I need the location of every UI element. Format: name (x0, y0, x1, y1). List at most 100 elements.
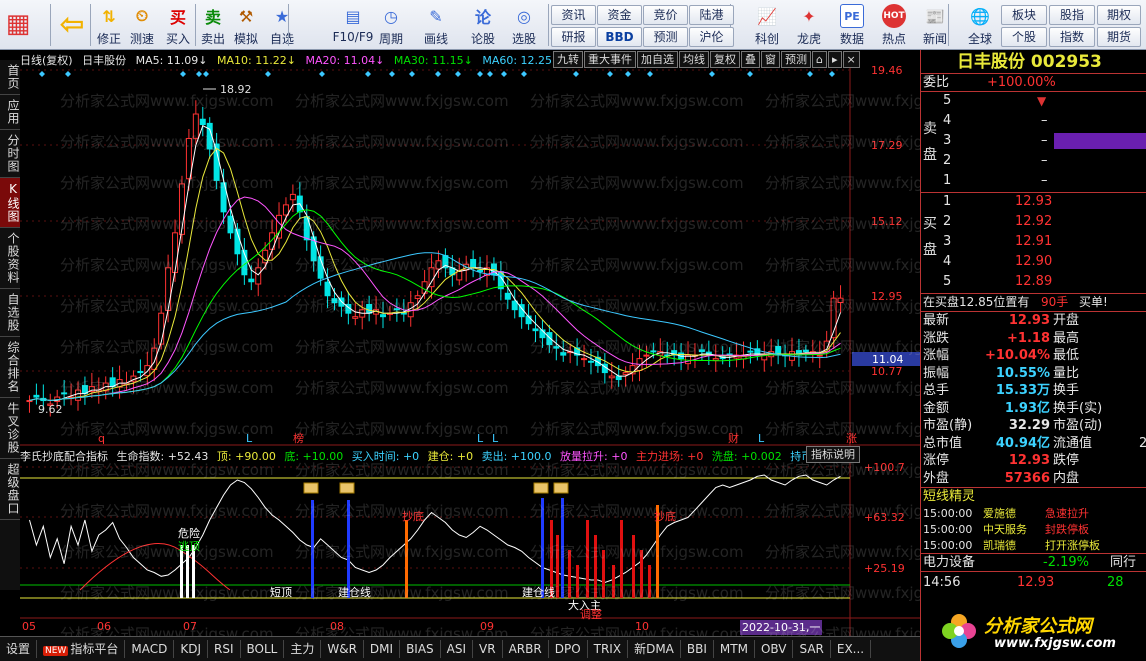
indicator-tab-11[interactable]: ASI (441, 640, 474, 658)
indicator-tab-20[interactable]: SAR (793, 640, 831, 658)
sell-level-row[interactable]: 4– (921, 112, 1146, 132)
toolbar-grid-button[interactable]: 指数 (1049, 27, 1095, 47)
toolbar-mid-button-5[interactable]: 📰 新闻 (916, 0, 954, 50)
left-tab-3[interactable]: 分时图 (0, 130, 20, 178)
tick-row: 14:56 12.93 28 (921, 574, 1146, 591)
indicator-tab-7[interactable]: 主力 (284, 640, 322, 658)
toolbar-button-9[interactable]: ▤ F10/F9 (331, 0, 375, 50)
sub-signal-label: 调整 (580, 607, 602, 621)
chart-button-5[interactable]: 复权 (710, 51, 740, 68)
sector-tag[interactable]: 同行 (1110, 554, 1136, 571)
sell-level-row[interactable]: 2– (921, 152, 1146, 172)
left-tab-6[interactable]: 自选股 (0, 289, 20, 337)
buy-level-row[interactable]: 4 12.90 (921, 253, 1146, 273)
chart-button-3[interactable]: 加自选 (637, 51, 678, 68)
left-tab-7[interactable]: 综合排名 (0, 337, 20, 398)
left-tab-8[interactable]: 牛叉诊股 (0, 398, 20, 459)
indicator-tab-16[interactable]: 新DMA (628, 640, 681, 658)
indicator-tab-1[interactable]: 设置 (0, 640, 38, 658)
indicator-tab-18[interactable]: MTM (714, 640, 755, 658)
indicator-tab-9[interactable]: DMI (364, 640, 401, 658)
star-icon: ★ (274, 6, 290, 26)
toolbar-mid-button-6[interactable]: 🌐 全球 (961, 0, 999, 50)
toolbar-button-3[interactable]: ⇅ 修正 (93, 0, 125, 50)
indicator-tab-6[interactable]: BOLL (241, 640, 285, 658)
toolbar-button-2[interactable]: ⇦ (56, 0, 88, 50)
indicator-tab-21[interactable]: EX... (831, 640, 872, 658)
close-icon[interactable]: × (842, 51, 860, 68)
toolbar-mid-button-4[interactable]: HOT 热点 (875, 0, 913, 50)
toolbar-button-4[interactable]: ⏲ 测速 (126, 0, 158, 50)
indicator-tab-8[interactable]: W&R (321, 640, 364, 658)
indicator-explain-button[interactable]: 指标说明 (806, 446, 860, 463)
left-tab-2[interactable]: 应用 (0, 95, 20, 130)
indicator-tab-19[interactable]: OBV (755, 640, 794, 658)
toolbar-button-10[interactable]: ◷ 周期 (375, 0, 407, 50)
chart-button-1[interactable]: 九转 (553, 51, 583, 68)
chart-button-group: 九转 重大事件 加自选 均线 复权叠窗预测 ⌂ ▸ × (553, 51, 861, 68)
left-tab-5[interactable]: 个股资料 (0, 228, 20, 289)
chart-button-2[interactable]: 重大事件 (584, 51, 636, 68)
indicator-tab-10[interactable]: BIAS (400, 640, 441, 658)
toolbar-button-13[interactable]: ◎ 选股 (508, 0, 540, 50)
indicator-tab-3[interactable]: MACD (125, 640, 175, 658)
indicator-tab-2[interactable]: NEW 指标平台 (37, 640, 126, 658)
toolbar-button-6[interactable]: 卖卖出 (197, 0, 229, 50)
toolbar-mid-button-2[interactable]: ✦ 龙虎 (790, 0, 828, 50)
short-title-row[interactable]: 短线精灵 (921, 488, 1146, 505)
toolbar-grid-button[interactable]: 个股 (1001, 27, 1047, 47)
left-tab-1[interactable]: 首页 (0, 60, 20, 95)
indicator-tab-12[interactable]: VR (473, 640, 503, 658)
chart-button-7[interactable]: 窗 (761, 51, 780, 68)
home-icon[interactable]: ⌂ (812, 51, 827, 68)
indicator-tab-15[interactable]: TRIX (588, 640, 629, 658)
toolbar-grid-button[interactable]: 竞价 (643, 5, 688, 25)
toolbar-button-7[interactable]: ⚒ 模拟 (230, 0, 262, 50)
indicator-tab-14[interactable]: DPO (549, 640, 588, 658)
short-time: 15:00:00 (923, 523, 973, 536)
toolbar-grid-button[interactable]: 期货 (1097, 27, 1141, 47)
buy-level-row[interactable]: 5 12.89 (921, 273, 1146, 293)
indicator-tab-5[interactable]: RSI (208, 640, 241, 658)
toolbar-button-11[interactable]: ✎ 画线 (420, 0, 452, 50)
toolbar-mid-button-1[interactable]: 📈 科创 (748, 0, 786, 50)
sub-indicator-name[interactable]: 李氏抄底配合指标 (20, 450, 108, 463)
toolbar-grid-button[interactable]: 板块 (1001, 5, 1047, 25)
toolbar-button-12[interactable]: 论论股 (467, 0, 499, 50)
toolbar-grid-button[interactable]: 股指 (1049, 5, 1095, 25)
left-tab-4[interactable]: K线图 (0, 178, 20, 228)
toolbar-grid-button[interactable]: BBD (597, 27, 642, 47)
toolbar-button-1[interactable]: ▦ (2, 0, 34, 50)
buy-level-row[interactable]: 1 12.93 (921, 193, 1146, 213)
sector-row[interactable]: 电力设备 -2.19% 同行 (921, 554, 1146, 571)
toolbar-grid-button[interactable]: 资讯 (551, 5, 596, 25)
toolbar-grid-button[interactable]: 沪伦 (689, 27, 734, 47)
level-number: 1 (943, 194, 952, 209)
toolbar-mid-button-3[interactable]: PE 数据 (833, 0, 871, 50)
indicator-tab-13[interactable]: ARBR (503, 640, 549, 658)
toolbar-grid-button[interactable]: 预测 (643, 27, 688, 47)
play-icon[interactable]: ▸ (827, 51, 842, 68)
sell-level-row[interactable]: 3– (921, 132, 1146, 152)
left-tab-9[interactable]: 超级盘口 (0, 459, 20, 520)
toolbar-grid-button[interactable]: 期权 (1097, 5, 1141, 25)
chart-button-8[interactable]: 预测 (781, 51, 811, 68)
indicator-tab-17[interactable]: BBI (681, 640, 714, 658)
short-row[interactable]: 15:00:00 爱施德 急速拉升 (921, 505, 1146, 521)
toolbar-grid-button[interactable]: 研报 (551, 27, 596, 47)
sell-level-row[interactable]: 1– (921, 172, 1146, 192)
chart-button-6[interactable]: 叠 (741, 51, 760, 68)
kline-chart-area[interactable]: 19.46 17.29 15.12 12.95 10.77 11.04 +100.7 +63.… (20, 50, 979, 643)
toolbar-button-8[interactable]: ★ 自选 (266, 0, 298, 50)
buy-level-row[interactable]: 3 12.91 (921, 233, 1146, 253)
toolbar-grid-button[interactable]: 陆港 (689, 5, 734, 25)
chart-button-4[interactable]: 均线 (679, 51, 709, 68)
indicator-tab-4[interactable]: KDJ (174, 640, 208, 658)
short-row[interactable]: 15:00:00 凯瑞德 打开涨停板 (921, 537, 1146, 553)
toolbar-button-5[interactable]: 买买入 (162, 0, 194, 50)
buy-level-row[interactable]: 2 12.92 (921, 213, 1146, 233)
sell-level-row[interactable]: 5 (921, 92, 1146, 112)
toolbar-grid-button[interactable]: 资金 (597, 5, 642, 25)
x-axis-label: 09 (480, 620, 494, 633)
short-row[interactable]: 15:00:00 中天服务 封跌停板 (921, 521, 1146, 537)
